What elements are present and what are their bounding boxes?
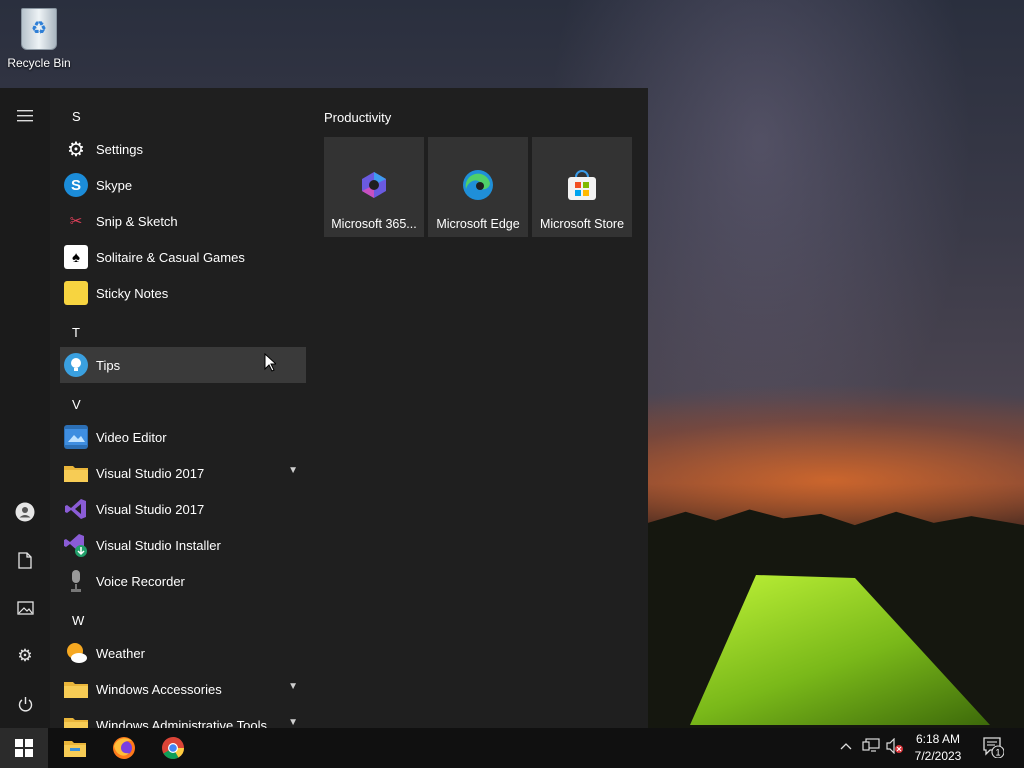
app-solitaire[interactable]: ♠ Solitaire & Casual Games bbox=[60, 239, 306, 275]
hamburger-menu-icon[interactable] bbox=[0, 96, 50, 136]
app-sticky-notes[interactable]: Sticky Notes bbox=[60, 275, 306, 311]
app-label: Visual Studio 2017 bbox=[96, 465, 205, 481]
settings-icon[interactable]: ⚙ bbox=[0, 636, 50, 676]
start-menu: ⚙ S ⚙ Settings S Skype ✂ Snip & Sketch ♠… bbox=[0, 88, 648, 728]
chevron-down-icon[interactable]: ▼ bbox=[288, 465, 298, 476]
notification-icon: 1 bbox=[983, 737, 1005, 759]
tile-microsoft-edge[interactable]: Microsoft Edge bbox=[428, 137, 528, 237]
tile-microsoft-store[interactable]: Microsoft Store bbox=[532, 137, 632, 237]
chevron-down-icon[interactable]: ▼ bbox=[288, 717, 298, 728]
folder-icon bbox=[64, 461, 88, 485]
video-editor-icon bbox=[64, 425, 88, 449]
taskbar-file-explorer[interactable] bbox=[51, 728, 99, 768]
documents-icon[interactable] bbox=[0, 540, 50, 580]
app-label: Visual Studio 2017 bbox=[96, 501, 205, 517]
sticky-notes-icon bbox=[64, 281, 88, 305]
app-label: Tips bbox=[96, 357, 121, 373]
app-visual-studio-installer[interactable]: Visual Studio Installer bbox=[60, 527, 306, 563]
mouse-cursor-icon bbox=[264, 353, 276, 372]
skype-icon: S bbox=[64, 173, 88, 197]
app-label: Voice Recorder bbox=[96, 573, 185, 589]
action-center-button[interactable]: 1 bbox=[982, 736, 1006, 760]
clock-date: 7/2/2023 bbox=[914, 749, 962, 763]
taskbar-firefox[interactable] bbox=[100, 728, 148, 768]
system-clock[interactable]: 6:18 AM 7/2/2023 bbox=[900, 731, 976, 765]
windows-logo-icon bbox=[15, 739, 33, 757]
recycle-bin-icon bbox=[21, 8, 57, 50]
app-label: Video Editor bbox=[96, 429, 167, 445]
store-icon bbox=[566, 169, 598, 201]
tips-icon bbox=[64, 353, 88, 377]
desktop-recycle-bin[interactable]: Recycle Bin bbox=[4, 6, 74, 70]
app-settings[interactable]: ⚙ Settings bbox=[60, 131, 306, 167]
file-explorer-icon bbox=[64, 741, 86, 757]
notification-count: 1 bbox=[995, 748, 1000, 758]
app-voice-recorder[interactable]: Voice Recorder bbox=[60, 563, 306, 599]
app-list: S ⚙ Settings S Skype ✂ Snip & Sketch ♠ S… bbox=[50, 88, 310, 728]
folder-icon bbox=[64, 677, 88, 701]
app-label: Sticky Notes bbox=[96, 285, 169, 301]
clock-time: 6:18 AM bbox=[915, 732, 961, 746]
user-icon[interactable] bbox=[0, 492, 50, 532]
tile-microsoft-365[interactable]: Microsoft 365... bbox=[324, 137, 424, 237]
letter-header-t[interactable]: T bbox=[72, 325, 80, 340]
start-rail: ⚙ bbox=[0, 88, 50, 728]
app-folder-windows-accessories[interactable]: Windows Accessories ▼ bbox=[60, 671, 306, 707]
chrome-icon bbox=[162, 737, 184, 759]
app-video-editor[interactable]: Video Editor bbox=[60, 419, 306, 455]
chevron-down-icon[interactable]: ▼ bbox=[288, 681, 298, 692]
edge-icon bbox=[462, 169, 494, 201]
solitaire-icon: ♠ bbox=[64, 245, 88, 269]
microsoft-365-icon bbox=[358, 169, 390, 201]
gear-icon: ⚙ bbox=[67, 138, 85, 161]
weather-icon bbox=[64, 641, 88, 665]
microphone-icon bbox=[64, 569, 88, 593]
tile-label: Microsoft Edge bbox=[436, 217, 520, 231]
folder-icon bbox=[64, 713, 88, 728]
app-folder-visual-studio-2017[interactable]: Visual Studio 2017 ▼ bbox=[60, 455, 306, 491]
snip-sketch-icon: ✂ bbox=[69, 213, 83, 230]
app-label: Snip & Sketch bbox=[96, 213, 178, 229]
visual-studio-icon bbox=[64, 497, 88, 521]
tile-label: Microsoft 365... bbox=[331, 217, 417, 231]
app-snip-sketch[interactable]: ✂ Snip & Sketch bbox=[60, 203, 306, 239]
taskbar-chrome[interactable] bbox=[149, 728, 197, 768]
network-icon[interactable] bbox=[862, 738, 880, 757]
app-label: Weather bbox=[96, 645, 145, 661]
pictures-icon[interactable] bbox=[0, 588, 50, 628]
firefox-icon bbox=[113, 737, 135, 759]
tile-label: Microsoft Store bbox=[539, 217, 625, 231]
letter-header-s[interactable]: S bbox=[72, 109, 81, 124]
taskbar: 6:18 AM 7/2/2023 1 bbox=[0, 728, 1024, 768]
power-icon[interactable] bbox=[0, 684, 50, 724]
app-label: Visual Studio Installer bbox=[96, 537, 221, 553]
start-button[interactable] bbox=[0, 728, 48, 768]
app-folder-windows-administrative-tools[interactable]: Windows Administrative Tools ▼ bbox=[60, 707, 306, 728]
app-label: Settings bbox=[96, 141, 143, 157]
app-skype[interactable]: S Skype bbox=[60, 167, 306, 203]
letter-header-w[interactable]: W bbox=[72, 613, 84, 628]
app-label: Skype bbox=[96, 177, 133, 193]
tile-group-title[interactable]: Productivity bbox=[324, 110, 391, 125]
app-label: Solitaire & Casual Games bbox=[96, 249, 245, 265]
app-label: Windows Accessories bbox=[96, 681, 222, 697]
letter-header-v[interactable]: V bbox=[72, 397, 81, 412]
visual-studio-installer-icon bbox=[64, 533, 88, 557]
app-label: Windows Administrative Tools bbox=[96, 717, 267, 729]
desktop-icon-label: Recycle Bin bbox=[7, 56, 71, 70]
chevron-up-icon[interactable] bbox=[840, 738, 852, 753]
app-visual-studio-2017[interactable]: Visual Studio 2017 bbox=[60, 491, 306, 527]
app-weather[interactable]: Weather bbox=[60, 635, 306, 671]
